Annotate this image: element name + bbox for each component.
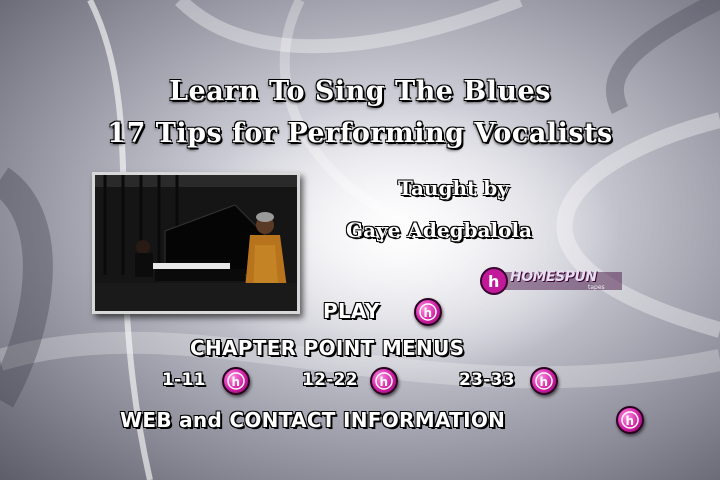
svg-text:h: h [540,375,549,389]
chapter-3-button[interactable]: h [530,367,558,395]
taught-by-label: Taught by [398,176,509,200]
svg-text:h: h [232,375,241,389]
svg-text:h: h [380,375,389,389]
homespun-h-icon: h [419,303,437,321]
web-contact-button[interactable]: h [616,406,644,434]
performance-photo [92,172,300,314]
web-contact-label[interactable]: WEB and CONTACT INFORMATION [120,408,505,432]
chapter-heading: CHAPTER POINT MENUS [190,336,465,360]
chapter-2-button[interactable]: h [370,367,398,395]
chapter-1-label[interactable]: 1-11 [162,370,206,390]
homespun-h-icon: h [375,372,393,390]
svg-text:h: h [488,272,499,291]
svg-text:h: h [424,306,433,320]
title-line-2: 17 Tips for Performing Vocalists [107,118,613,149]
chapter-1-button[interactable]: h [222,367,250,395]
chapter-2-label[interactable]: 12-22 [302,370,358,390]
instructor-name: Gaye Adegbalola [346,218,532,242]
play-label[interactable]: PLAY [323,299,380,323]
logo-tagline: tapes [588,284,605,291]
homespun-h-icon: h [621,411,639,429]
chapter-3-label[interactable]: 23-33 [459,370,515,390]
homespun-h-icon: h [227,372,245,390]
homespun-h-icon: h [535,372,553,390]
homespun-logo: h HOMESPUN tapes [478,266,622,296]
play-button[interactable]: h [414,298,442,326]
logo-brand: HOMESPUN [510,269,597,285]
svg-text:h: h [626,414,635,428]
title-line-1: Learn To Sing The Blues [169,76,551,107]
